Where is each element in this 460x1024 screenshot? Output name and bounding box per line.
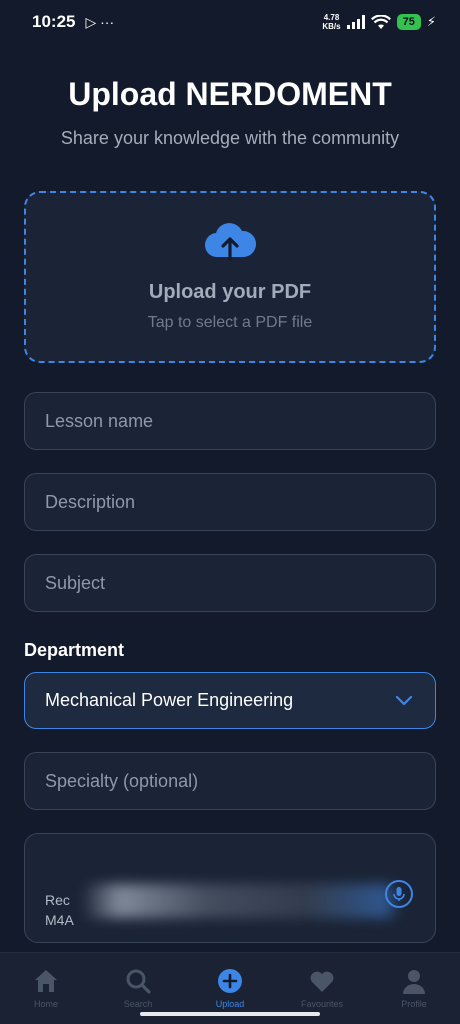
- department-label: Department: [24, 640, 125, 660]
- status-bar: 10:25 ▷ ··· 4.78 KB/s 75 ⚡: [0, 0, 460, 44]
- lesson-name-field-container: [24, 392, 436, 450]
- subject-input[interactable]: [45, 572, 415, 594]
- status-right: 4.78 KB/s 75 ⚡: [322, 13, 436, 31]
- nav-upload-label: Upload: [215, 999, 245, 1009]
- nav-upload[interactable]: Upload: [184, 967, 276, 1009]
- department-selected-value: Mechanical Power Engineering: [45, 690, 294, 710]
- nav-favourites-label: Favourites: [300, 999, 344, 1009]
- network-speed: 4.78 KB/s: [322, 13, 340, 31]
- status-time: 10:25: [32, 12, 76, 31]
- heart-icon: [310, 971, 334, 992]
- nav-profile-label: Profile: [401, 999, 427, 1009]
- home-icon: [35, 970, 57, 992]
- person-icon: [403, 970, 425, 994]
- status-extra-icons: ▷ ···: [85, 13, 115, 30]
- nav-search[interactable]: Search: [92, 967, 184, 1009]
- wifi-icon: [370, 14, 391, 29]
- home-indicator[interactable]: [140, 1012, 320, 1016]
- upload-hint: Tap to select a PDF file: [147, 314, 313, 331]
- lesson-name-input[interactable]: [45, 410, 415, 432]
- nav-home-label: Home: [33, 999, 58, 1009]
- upload-title: Upload your PDF: [148, 281, 312, 303]
- page-title: Upload NERDOMENT: [68, 76, 392, 112]
- network-speed-unit: KB/s: [322, 22, 341, 31]
- network-speed-value: 4.78: [323, 13, 340, 22]
- search-icon: [126, 969, 151, 994]
- blurred-overlay: [81, 884, 401, 918]
- signal-icon: [346, 15, 365, 29]
- recording-card[interactable]: Rec M4A: [24, 833, 436, 943]
- specialty-input[interactable]: [45, 770, 415, 792]
- subject-field-container: [24, 554, 436, 612]
- nav-search-label: Search: [123, 999, 153, 1009]
- nav-profile[interactable]: Profile: [368, 967, 460, 1009]
- cloud-upload-icon: [205, 223, 256, 261]
- specialty-field-container: [24, 752, 436, 810]
- chevron-down-icon: [395, 695, 413, 705]
- battery-indicator: 75: [396, 14, 421, 30]
- microphone-button[interactable]: [385, 880, 413, 908]
- page-subtitle: Share your knowledge with the community: [60, 128, 400, 148]
- description-field-container: [24, 473, 436, 531]
- charging-icon: ⚡: [426, 14, 436, 29]
- upload-pdf-card[interactable]: Upload your PDF Tap to select a PDF file: [24, 191, 436, 363]
- nav-home[interactable]: Home: [0, 967, 92, 1009]
- department-select[interactable]: Mechanical Power Engineering: [24, 672, 436, 729]
- nav-favourites[interactable]: Favourites: [276, 967, 368, 1009]
- status-left: 10:25 ▷ ···: [32, 12, 114, 32]
- plus-circle-icon: [218, 969, 242, 993]
- microphone-icon: [393, 887, 405, 901]
- description-input[interactable]: [45, 491, 415, 513]
